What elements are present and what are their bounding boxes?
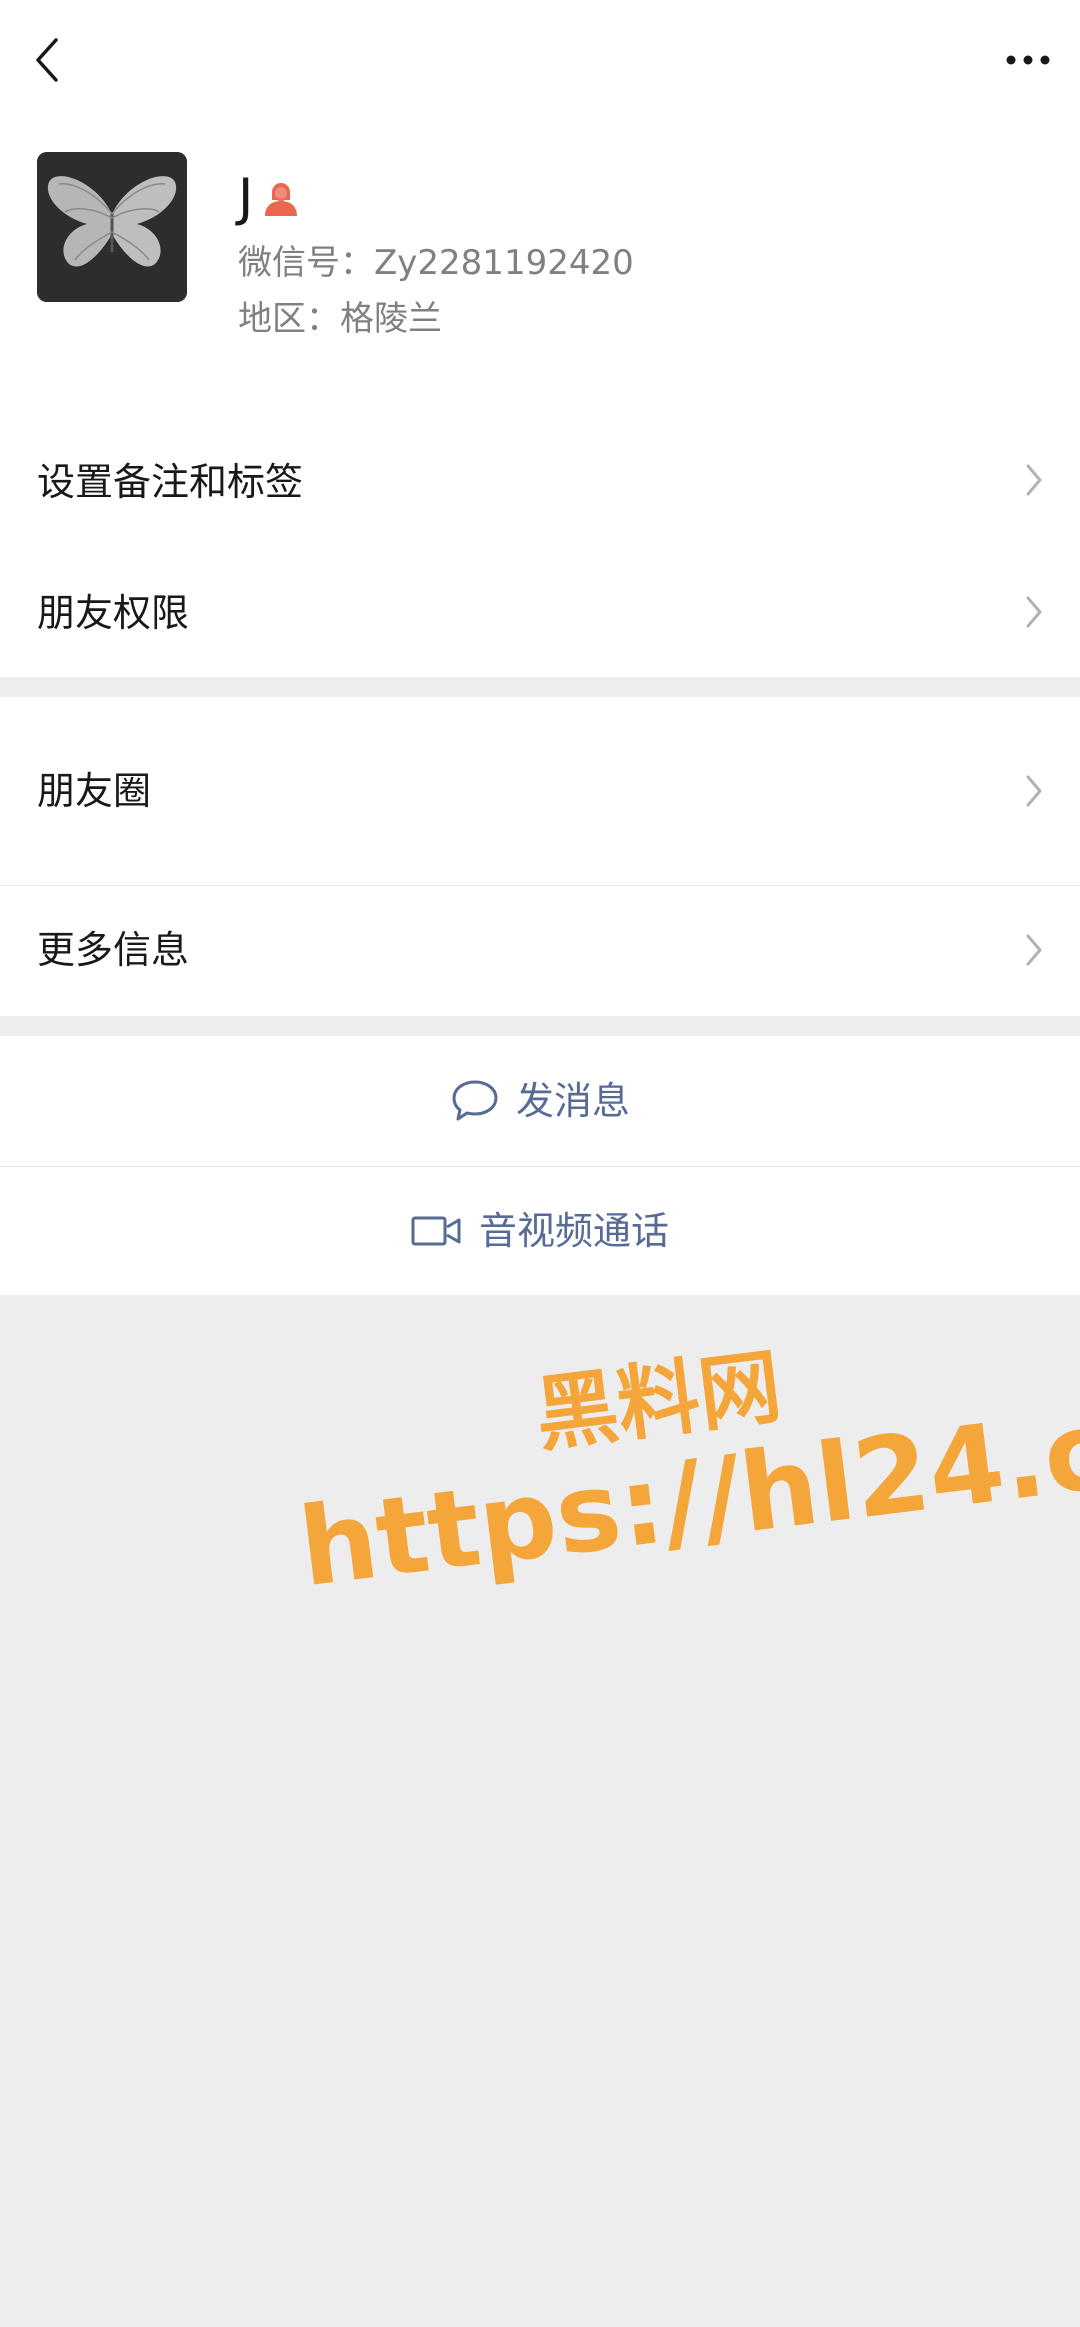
contact-name: J bbox=[238, 168, 254, 228]
ellipsis-icon bbox=[1006, 55, 1050, 65]
region: 地区：格陵兰 bbox=[238, 299, 442, 339]
nav-bar bbox=[0, 0, 1080, 120]
chevron-right-icon bbox=[1022, 460, 1046, 500]
profile-header: J 微信号：Zy2281192420 地区：格陵兰 bbox=[0, 120, 1080, 420]
watermark-url: https://hl24.co bbox=[293, 1379, 1080, 1612]
friend-permissions-row[interactable]: 朋友权限 bbox=[0, 540, 1080, 677]
moments-label: 朋友圈 bbox=[37, 769, 152, 813]
more-options-button[interactable] bbox=[998, 36, 1058, 84]
chevron-right-icon bbox=[1022, 592, 1046, 632]
more-info-row[interactable]: 更多信息 bbox=[0, 886, 1080, 1016]
female-gender-icon bbox=[261, 178, 301, 218]
avatar[interactable] bbox=[37, 152, 187, 302]
send-message-button[interactable]: 发消息 bbox=[0, 1036, 1080, 1166]
video-call-button[interactable]: 音视频通话 bbox=[0, 1167, 1080, 1295]
chevron-left-icon bbox=[36, 38, 58, 82]
friend-permissions-label: 朋友权限 bbox=[37, 591, 190, 635]
chevron-right-icon bbox=[1022, 930, 1046, 970]
butterfly-avatar-image bbox=[37, 152, 187, 302]
send-message-label: 发消息 bbox=[515, 1079, 630, 1123]
watermark-title: 黑料网 bbox=[530, 1339, 787, 1464]
wechat-id: 微信号：Zy2281192420 bbox=[238, 243, 634, 283]
remark-tags-label: 设置备注和标签 bbox=[37, 460, 304, 504]
remark-tags-row[interactable]: 设置备注和标签 bbox=[0, 420, 1080, 540]
moments-row[interactable]: 朋友圈 bbox=[0, 697, 1080, 885]
video-camera-icon bbox=[411, 1216, 461, 1246]
name-row: J bbox=[238, 162, 301, 234]
chevron-right-icon bbox=[1022, 771, 1046, 811]
more-info-label: 更多信息 bbox=[37, 928, 190, 972]
chat-bubble-icon bbox=[452, 1080, 498, 1121]
video-call-label: 音视频通话 bbox=[478, 1209, 669, 1253]
back-button[interactable] bbox=[22, 32, 72, 88]
